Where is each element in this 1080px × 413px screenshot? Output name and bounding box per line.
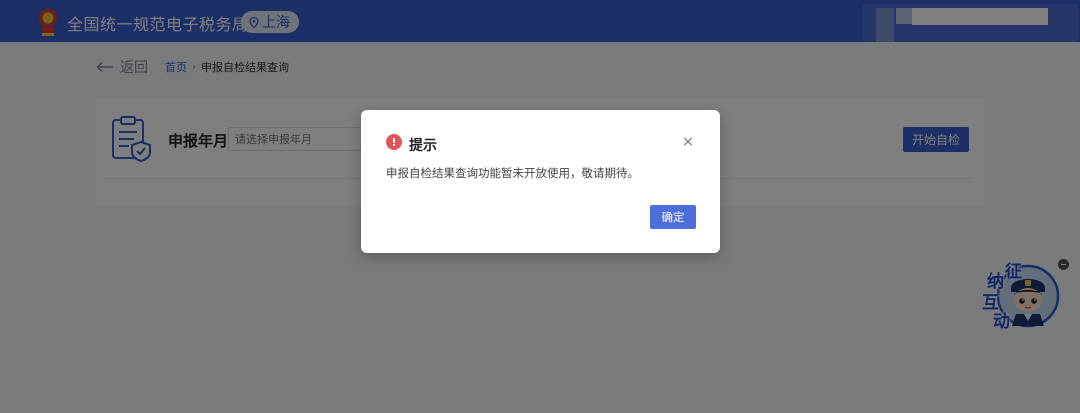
close-icon[interactable]: × bbox=[681, 134, 695, 150]
warning-icon: ! bbox=[386, 134, 402, 150]
confirm-button[interactable]: 确定 bbox=[650, 205, 696, 229]
notice-dialog: ! 提示 × 申报自检结果查询功能暂未开放使用，敬请期待。 确定 bbox=[361, 110, 720, 253]
dialog-message: 申报自检结果查询功能暂未开放使用，敬请期待。 bbox=[386, 166, 639, 180]
dialog-title: 提示 bbox=[409, 138, 437, 154]
